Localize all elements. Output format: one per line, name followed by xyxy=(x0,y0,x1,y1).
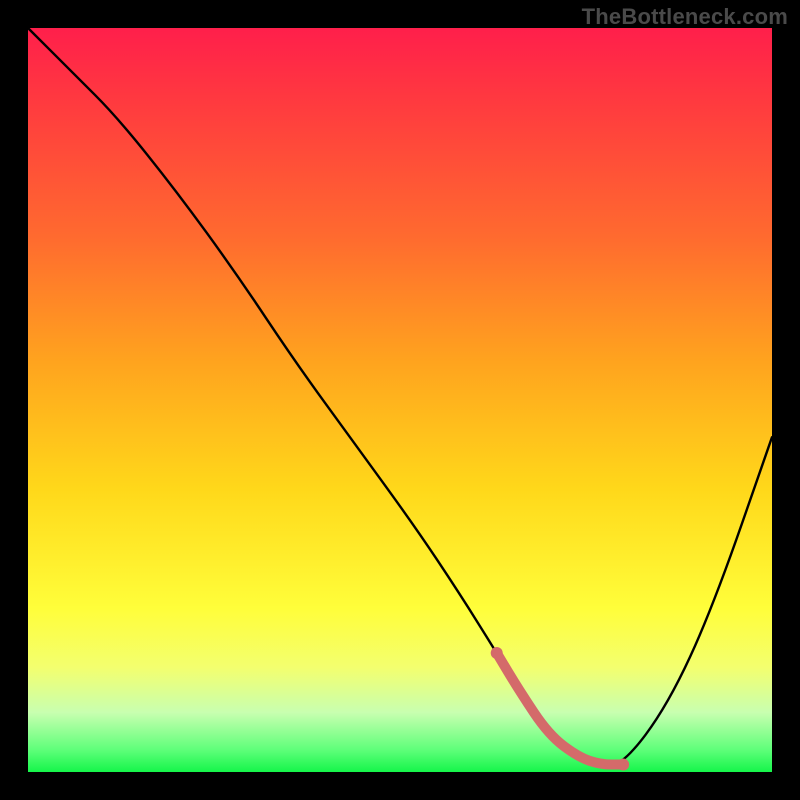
chart-frame: TheBottleneck.com xyxy=(0,0,800,800)
watermark-label: TheBottleneck.com xyxy=(582,4,788,30)
bottleneck-highlight-path xyxy=(497,653,623,765)
bottleneck-curve-path xyxy=(28,28,772,765)
highlight-dot-start xyxy=(491,647,503,659)
highlight-dot-end xyxy=(617,759,629,771)
plot-area xyxy=(28,28,772,772)
curve-svg xyxy=(28,28,772,772)
